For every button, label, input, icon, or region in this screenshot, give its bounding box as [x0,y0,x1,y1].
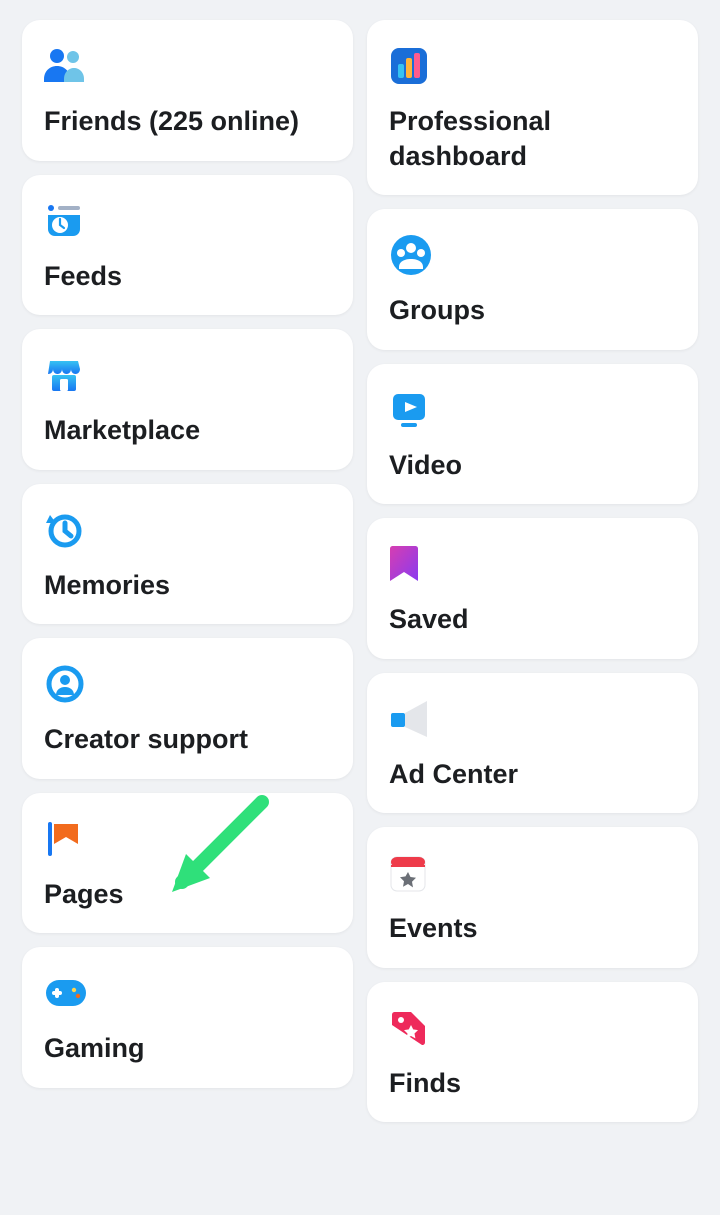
pages-icon [44,817,88,861]
menu-label-video: Video [389,448,676,483]
friends-icon [44,44,88,88]
menu-item-feeds[interactable]: Feeds [22,175,353,316]
menu-label-events: Events [389,911,676,946]
menu-label-feeds: Feeds [44,259,331,294]
menu-item-pages[interactable]: Pages [22,793,353,934]
menu-item-professional-dashboard[interactable]: Professional dashboard [367,20,698,195]
menu-label-saved: Saved [389,602,676,637]
menu-label-pages: Pages [44,877,331,912]
menu-item-marketplace[interactable]: Marketplace [22,329,353,470]
dashboard-icon [389,44,433,88]
menu-label-gaming: Gaming [44,1031,331,1066]
finds-icon [389,1006,433,1050]
menu-label-marketplace: Marketplace [44,413,331,448]
menu-item-gaming[interactable]: Gaming [22,947,353,1088]
menu-label-friends: Friends (225 online) [44,104,331,139]
right-column: Professional dashboard Groups [367,20,698,1122]
menu-item-finds[interactable]: Finds [367,982,698,1123]
events-icon [389,851,433,895]
menu-item-memories[interactable]: Memories [22,484,353,625]
menu-item-events[interactable]: Events [367,827,698,968]
creator-support-icon [44,662,88,706]
menu-label-groups: Groups [389,293,676,328]
menu-grid: Friends (225 online) Feeds [0,0,720,1142]
menu-label-professional-dashboard: Professional dashboard [389,104,676,173]
menu-item-creator-support[interactable]: Creator support [22,638,353,779]
menu-label-creator-support: Creator support [44,722,331,757]
marketplace-icon [44,353,88,397]
menu-item-groups[interactable]: Groups [367,209,698,350]
groups-icon [389,233,433,277]
menu-label-ad-center: Ad Center [389,757,676,792]
ad-center-icon [389,697,433,741]
memories-icon [44,508,88,552]
feeds-icon [44,199,88,243]
left-column: Friends (225 online) Feeds [22,20,353,1122]
menu-item-video[interactable]: Video [367,364,698,505]
video-icon [389,388,433,432]
menu-item-friends[interactable]: Friends (225 online) [22,20,353,161]
saved-icon [389,542,433,586]
gaming-icon [44,971,88,1015]
menu-item-ad-center[interactable]: Ad Center [367,673,698,814]
menu-label-finds: Finds [389,1066,676,1101]
menu-item-saved[interactable]: Saved [367,518,698,659]
menu-label-memories: Memories [44,568,331,603]
